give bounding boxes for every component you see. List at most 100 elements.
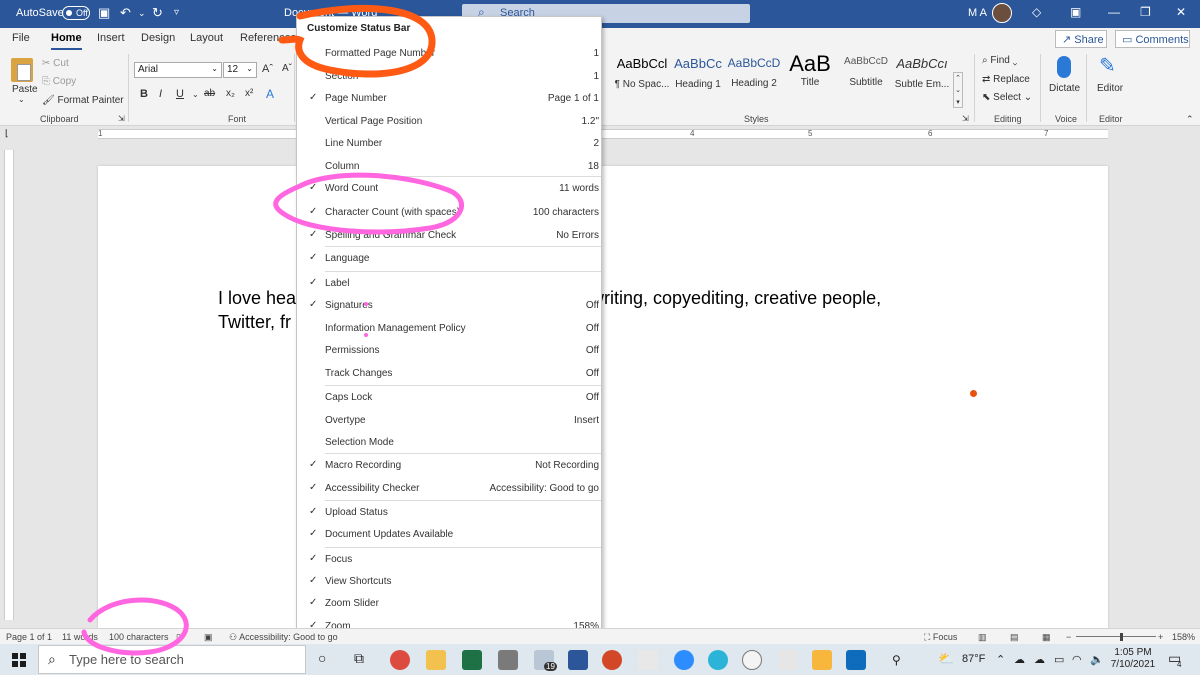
cut-button[interactable]: ✂ Cut — [42, 58, 69, 69]
bold-button[interactable]: B — [140, 88, 148, 100]
find-button[interactable]: ⌕ Find ⌄ — [982, 55, 1017, 66]
comments-button[interactable]: ▭ Comments — [1115, 30, 1190, 48]
excel-icon[interactable] — [462, 650, 482, 670]
undo-dropdown-icon[interactable]: ⌄ — [138, 8, 146, 19]
paste-button[interactable]: Paste — [12, 84, 38, 95]
collapse-ribbon-icon[interactable]: ⌃ — [1186, 114, 1194, 125]
tab-design[interactable]: Design — [141, 32, 175, 44]
zoom-in-button[interactable]: + — [1158, 632, 1163, 642]
font-name-select[interactable]: Arial ⌄ — [134, 62, 222, 78]
weather-temperature[interactable]: 87°F — [962, 653, 985, 665]
edge-icon[interactable] — [708, 650, 728, 670]
tab-selector-icon[interactable]: ⌊ — [5, 128, 9, 139]
powerpoint-icon[interactable] — [602, 650, 622, 670]
style-no-spacing[interactable]: AaBbCcl ¶ No Spac... — [614, 56, 670, 102]
mail-icon[interactable]: 19 — [534, 650, 557, 671]
menu-item[interactable]: Section 1 — [297, 67, 601, 87]
close-icon[interactable]: ✕ — [1176, 5, 1186, 19]
word-icon[interactable] — [568, 650, 588, 670]
status-accessibility[interactable]: ⚇ Accessibility: Good to go — [229, 632, 338, 643]
superscript-icon[interactable]: x² — [245, 88, 253, 99]
zoom-app-icon[interactable] — [674, 650, 694, 670]
format-painter-button[interactable]: 🖌 Format Painter — [42, 95, 124, 106]
zoom-slider[interactable] — [1076, 633, 1156, 641]
tab-references[interactable]: References — [240, 32, 296, 44]
editor-pen-icon[interactable]: ✎ — [1099, 56, 1119, 78]
style-subtle-emphasis[interactable]: AaBbCcı Subtle Em... — [894, 56, 950, 102]
zoom-slider-thumb[interactable] — [1120, 633, 1123, 641]
shrink-font-icon[interactable]: Aˇ — [282, 63, 292, 74]
menu-item[interactable]: Column 18 — [297, 157, 601, 177]
menu-item[interactable]: ✓ Label — [297, 274, 601, 294]
menu-item[interactable]: Track Changes Off — [297, 364, 601, 384]
read-mode-icon[interactable]: ▥ — [978, 632, 987, 643]
chrome-icon[interactable] — [390, 650, 410, 670]
menu-item[interactable]: ✓ Signatures Off — [297, 296, 601, 316]
subscript-icon[interactable]: x₂ — [226, 88, 235, 99]
grow-font-icon[interactable]: Aˆ — [262, 63, 273, 75]
menu-item[interactable]: ✓ View Shortcuts — [297, 572, 601, 592]
zoom-out-button[interactable]: − — [1066, 632, 1071, 642]
menu-item[interactable]: ✓ Macro Recording Not Recording — [297, 456, 601, 476]
diamond-icon[interactable]: ◇ — [1032, 5, 1041, 19]
tab-layout[interactable]: Layout — [190, 32, 223, 44]
zoom-level[interactable]: 158% — [1172, 632, 1195, 642]
menu-item[interactable]: Overtype Insert — [297, 411, 601, 431]
style-subtitle[interactable]: AaBbCcD Subtitle — [838, 56, 894, 102]
print-layout-icon[interactable]: ▤ — [1010, 632, 1019, 643]
menu-item[interactable]: ✓ Language — [297, 249, 601, 269]
menu-item[interactable]: ✓ Character Count (with spaces) 100 charac… — [297, 203, 601, 223]
italic-button[interactable]: I — [159, 88, 162, 100]
menu-item[interactable]: Permissions Off — [297, 341, 601, 361]
undo-icon[interactable]: ↶ — [120, 5, 131, 21]
outlook-icon[interactable] — [846, 650, 866, 670]
style-heading-1[interactable]: AaBbCc Heading 1 — [670, 56, 726, 102]
menu-item[interactable]: Selection Mode — [297, 433, 601, 453]
paste-icon[interactable] — [11, 58, 33, 82]
paste-dropdown-icon[interactable]: ⌄ — [18, 95, 25, 104]
editor-button[interactable]: Editor — [1097, 83, 1123, 94]
styles-launcher-icon[interactable]: ⇲ — [962, 114, 969, 123]
menu-item[interactable]: ✓ Accessibility Checker Accessibility: Goo… — [297, 479, 601, 499]
focus-button[interactable]: ⛶ Focus — [924, 632, 957, 643]
wifi-icon[interactable]: ◠ — [1072, 653, 1082, 666]
macro-icon[interactable]: ▣ — [204, 632, 213, 643]
replace-button[interactable]: ⇄ Replace — [982, 74, 1030, 85]
share-button[interactable]: ↗ Share — [1055, 30, 1107, 48]
people-icon[interactable]: ⚲ — [892, 653, 901, 667]
cloud-icon[interactable]: ☁ — [1034, 653, 1045, 666]
customize-qat-icon[interactable]: ▿ — [174, 7, 179, 18]
menu-item[interactable]: ✓ Upload Status — [297, 503, 601, 523]
status-page-number[interactable]: Page 1 of 1 — [6, 632, 52, 642]
restore-icon[interactable]: ❐ — [1140, 5, 1151, 19]
windows-start-icon[interactable] — [12, 653, 26, 667]
calculator-icon[interactable] — [498, 650, 518, 670]
task-view-icon[interactable]: ⧉ — [354, 650, 364, 667]
menu-item[interactable]: ✓ Document Updates Available — [297, 525, 601, 545]
font-size-select[interactable]: 12 ⌄ — [223, 62, 257, 78]
tab-insert[interactable]: Insert — [97, 32, 125, 44]
menu-item[interactable]: Line Number 2 — [297, 134, 601, 154]
menu-item[interactable]: ✓ Spelling and Grammar Check No Errors — [297, 226, 601, 246]
taskbar-clock[interactable]: 1:05 PM 7/10/2021 — [1108, 647, 1158, 671]
battery-icon[interactable]: ▭ — [1054, 653, 1064, 666]
avatar[interactable] — [992, 3, 1012, 23]
menu-item[interactable]: ✓ Word Count 11 words — [297, 179, 601, 199]
taskbar-search[interactable]: ⌕ Type here to search — [38, 645, 306, 674]
menu-item[interactable]: Formatted Page Number 1 — [297, 44, 601, 64]
text-effects-icon[interactable]: A — [266, 87, 274, 101]
copy-button[interactable]: ⎘ Copy — [42, 76, 76, 87]
weather-icon[interactable]: ⛅ — [938, 651, 954, 667]
tab-file[interactable]: File — [12, 32, 30, 44]
strikethrough-icon[interactable]: ab — [204, 88, 215, 99]
sticky-notes-icon[interactable] — [812, 650, 832, 670]
menu-item[interactable]: ✓ Focus — [297, 550, 601, 570]
ribbon-display-icon[interactable]: ▣ — [1070, 5, 1081, 19]
snipping-tool-icon[interactable] — [638, 650, 658, 670]
underline-button[interactable]: U — [176, 88, 184, 100]
style-title[interactable]: AaB Title — [782, 53, 838, 102]
status-word-count[interactable]: 11 words — [62, 632, 98, 642]
volume-icon[interactable]: 🔈 — [1090, 653, 1104, 666]
save-icon[interactable]: ▣ — [98, 5, 110, 21]
status-character-count[interactable]: 100 characters — [109, 632, 169, 642]
